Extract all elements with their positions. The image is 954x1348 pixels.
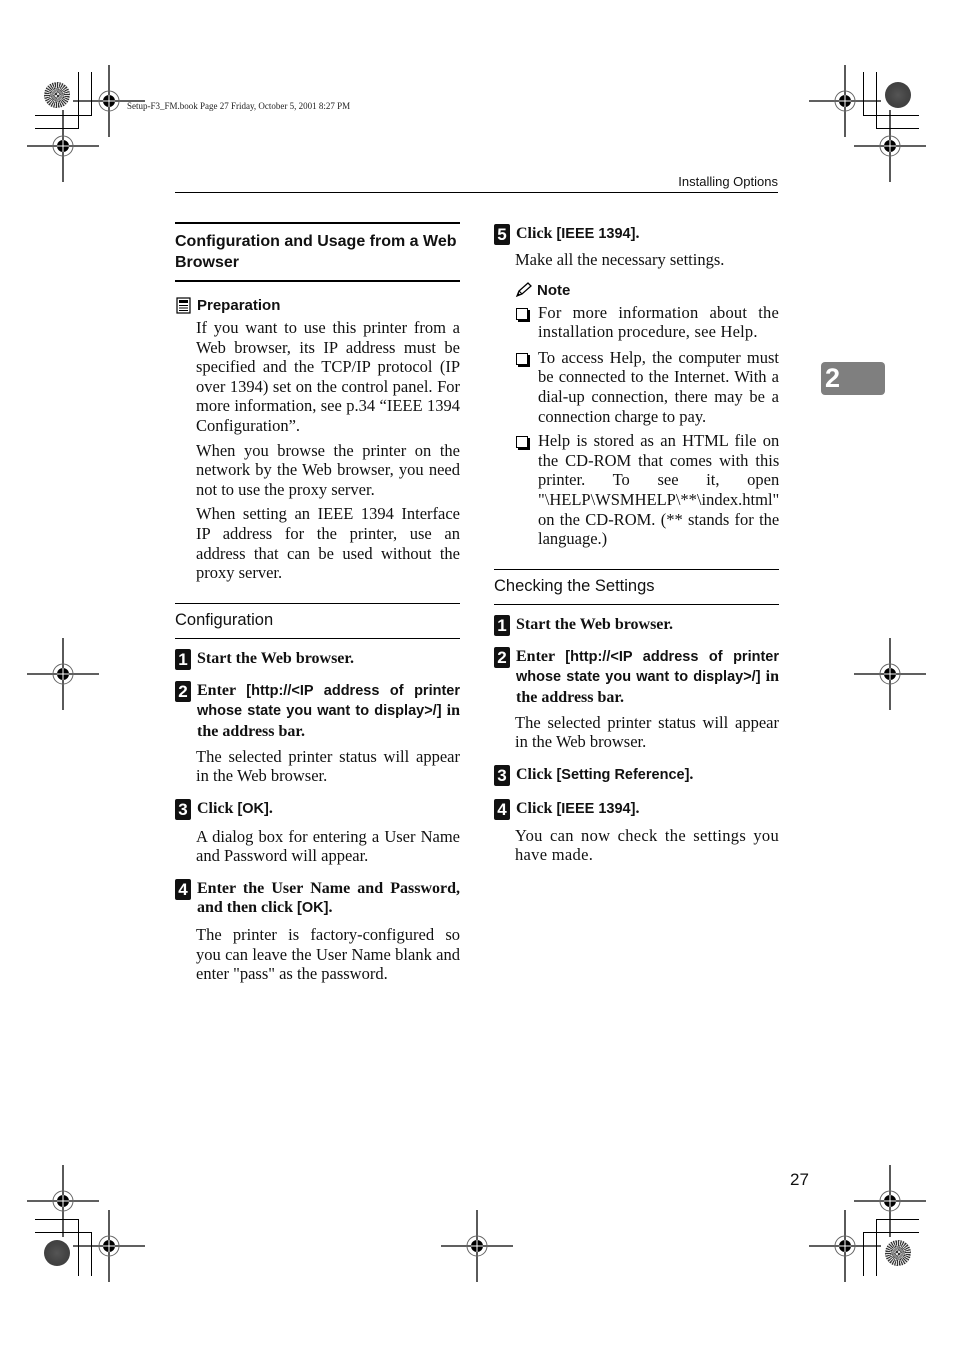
ieee-1394-keyword: [IEEE 1394] (556, 800, 636, 817)
step-3: 3 Click [Setting Reference]. (494, 764, 779, 786)
step-description: A dialog box for entering a User Name an… (196, 826, 460, 866)
checkbox-bullet-icon (516, 307, 528, 320)
step-4: 4 Enter the User Name and Password, and … (175, 878, 460, 919)
color-disc-icon (885, 82, 911, 108)
ok-keyword: [OK] (237, 800, 269, 817)
step-number-badge: 5 (494, 224, 510, 245)
subsection-title-configuration: Configuration (175, 602, 460, 639)
page-number: 27 (790, 1170, 809, 1189)
step-description: You can now check the settings you have … (515, 825, 779, 865)
checkbox-bullet-icon (516, 352, 528, 365)
step-text: Click (516, 765, 557, 783)
step-number-badge: 1 (494, 614, 510, 636)
note-text: To access Help, the computer must be con… (538, 347, 779, 426)
step-5: 5 Click [IEEE 1394]. (494, 224, 779, 245)
setting-reference-keyword: [Setting Reference] (556, 766, 690, 783)
preparation-icon (175, 297, 193, 315)
note-label: Note (537, 281, 571, 299)
step-description: The printer is factory-configured so you… (196, 925, 460, 984)
step-number-badge: 2 (175, 680, 191, 702)
note-text: For more information about the installat… (538, 302, 779, 342)
step-text: . (328, 899, 333, 917)
note-heading: Note (494, 281, 779, 300)
registration-mark-icon (27, 638, 99, 710)
preparation-heading: Preparation (175, 296, 460, 315)
step-number-badge: 4 (494, 798, 510, 820)
color-disc-icon (44, 82, 70, 108)
registration-mark-icon (27, 110, 99, 182)
step-instruction: Enter [http://<IP address of printer who… (197, 681, 460, 742)
ok-keyword: [OK] (297, 900, 329, 917)
step-text: Click (516, 799, 557, 817)
preparation-paragraph: When you browse the printer on the netwo… (196, 440, 460, 499)
step-instruction: Click [IEEE 1394]. (516, 224, 779, 245)
registration-mark-icon (854, 638, 926, 710)
preparation-paragraph: If you want to use this printer from a W… (196, 318, 460, 435)
checkbox-bullet-icon (516, 436, 528, 449)
color-disc-icon (885, 1240, 911, 1266)
step-3: 3 Click [OK]. (175, 798, 460, 820)
step-instruction: Start the Web browser. (516, 615, 779, 635)
step-instruction: Click [OK]. (197, 799, 460, 820)
ieee-1394-keyword: [IEEE 1394] (556, 226, 636, 242)
registration-mark-icon (854, 110, 926, 182)
step-instruction: Click [Setting Reference]. (516, 765, 779, 786)
color-disc-icon (44, 1240, 70, 1266)
step-text: . (635, 799, 640, 817)
step-instruction: Enter [http://<IP address of printer who… (516, 647, 779, 708)
print-slug: Setup-F3_FM.book Page 27 Friday, October… (127, 101, 351, 111)
step-text: . (268, 799, 273, 817)
step-number-badge: 2 (494, 646, 510, 668)
step-instruction: Click [IEEE 1394]. (516, 799, 779, 820)
note-item: For more information about the installat… (494, 303, 779, 342)
preparation-label: Preparation (197, 297, 281, 314)
step-number-badge: 4 (175, 878, 191, 900)
step-number-badge: 3 (175, 798, 191, 820)
header-rule (175, 192, 778, 193)
note-item: Help is stored as an HTML file on the CD… (494, 431, 779, 549)
step-description: The selected printer status will appear … (196, 746, 460, 786)
step-text: Click (197, 799, 238, 817)
step-text: Click (516, 225, 557, 242)
preparation-paragraph: When setting an IEEE 1394 Interface IP a… (196, 504, 460, 583)
left-column: Configuration and Usage from a Web Brows… (175, 222, 460, 984)
step-4: 4 Click [IEEE 1394]. (494, 798, 779, 820)
step-text: Enter (516, 647, 566, 665)
step-number-badge: 3 (494, 764, 510, 786)
step-description: The selected printer status will appear … (515, 712, 779, 752)
step-text: Start the Web browser. (197, 649, 355, 667)
note-item: To access Help, the computer must be con… (494, 348, 779, 426)
running-head: Installing Options (678, 174, 778, 189)
chapter-tab: 2 (821, 362, 885, 395)
registration-mark-icon (809, 1210, 881, 1282)
step-description: Make all the necessary settings. (515, 250, 725, 269)
step-2: 2 Enter [http://<IP address of printer w… (175, 680, 460, 742)
registration-mark-icon (441, 1210, 513, 1282)
step-text: Start the Web browser. (516, 615, 674, 633)
subsection-title-checking-settings: Checking the Settings (494, 568, 779, 605)
step-text: Enter (197, 681, 247, 699)
right-column: 5 Click [IEEE 1394]. Make all the necess… (494, 222, 779, 865)
step-text: . (689, 765, 694, 783)
pencil-icon (515, 281, 533, 299)
step-1: 1 Start the Web browser. (494, 614, 779, 636)
step-number-badge: 1 (175, 648, 191, 670)
step-text: . (635, 225, 640, 242)
step-instruction: Start the Web browser. (197, 649, 460, 669)
step-2: 2 Enter [http://<IP address of printer w… (494, 646, 779, 708)
registration-mark-icon (73, 1210, 145, 1282)
step-instruction: Enter the User Name and Password, and th… (197, 879, 460, 919)
note-text: Help is stored as an HTML file on the CD… (538, 431, 780, 549)
step-1: 1 Start the Web browser. (175, 648, 460, 670)
section-title: Configuration and Usage from a Web Brows… (175, 222, 460, 282)
